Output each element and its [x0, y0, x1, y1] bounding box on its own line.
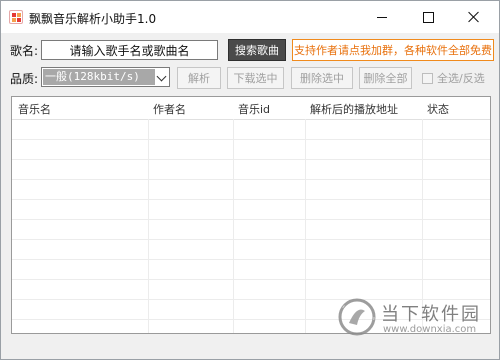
watermark-url: www.downxia.com — [383, 324, 477, 335]
grid-row-line — [12, 199, 490, 200]
quality-selected-value: 一般(128kbit/s) — [43, 69, 155, 85]
grid-row-line — [12, 159, 490, 160]
title-bar[interactable]: 飘飘音乐解析小助手1.0 — [1, 1, 499, 33]
grid-column-line — [233, 119, 234, 333]
minimize-button[interactable] — [359, 1, 405, 33]
column-header-song[interactable]: 音乐名 — [18, 101, 51, 117]
delete-all-button[interactable]: 删除全部 — [359, 67, 412, 89]
parse-button[interactable]: 解析 — [177, 67, 221, 89]
grid-row-line — [12, 139, 490, 140]
table-header: 音乐名 作者名 音乐id 解析后的播放地址 状态 — [12, 97, 490, 120]
select-all-checkbox[interactable]: 全选/反选 — [422, 70, 485, 86]
grid-row-line — [12, 179, 490, 180]
chevron-down-icon — [156, 71, 167, 82]
grid-column-line — [305, 119, 306, 333]
support-author-link[interactable]: 支持作者请点我加群，各种软件全部免费 — [292, 39, 494, 61]
column-header-artist[interactable]: 作者名 — [153, 101, 186, 117]
grid-column-line — [148, 119, 149, 333]
grid-row-line — [12, 239, 490, 240]
window-title: 飘飘音乐解析小助手1.0 — [29, 12, 157, 26]
grid-row-line — [12, 219, 490, 220]
maximize-button[interactable] — [405, 1, 451, 33]
search-button[interactable]: 搜索歌曲 — [228, 39, 286, 61]
app-window: 飘飘音乐解析小助手1.0 歌名: 搜索歌曲 支持作者请点我加群，各种软件全部免费… — [0, 0, 500, 360]
maximize-icon — [422, 11, 434, 23]
watermark-logo-icon — [338, 298, 376, 336]
column-header-play-url[interactable]: 解析后的播放地址 — [310, 101, 398, 117]
grid-row-line — [12, 259, 490, 260]
quality-label: 品质: — [10, 72, 39, 86]
column-header-status[interactable]: 状态 — [427, 101, 449, 117]
close-icon — [468, 11, 480, 23]
column-header-music-id[interactable]: 音乐id — [238, 101, 270, 117]
watermark-title: 当下软件园 — [381, 304, 481, 325]
checkbox-icon — [422, 72, 433, 84]
download-selected-button[interactable]: 下载选中 — [227, 67, 284, 89]
quality-dropdown[interactable]: 一般(128kbit/s) — [41, 67, 170, 87]
watermark: 当下软件园 www.downxia.com — [337, 297, 497, 343]
delete-selected-button[interactable]: 删除选中 — [291, 67, 353, 89]
select-all-label: 全选/反选 — [437, 72, 485, 85]
grid-row-line — [12, 279, 490, 280]
minimize-icon — [377, 16, 387, 18]
close-button[interactable] — [451, 1, 497, 33]
song-search-input[interactable] — [41, 40, 218, 60]
app-icon — [9, 10, 23, 24]
song-name-label: 歌名: — [10, 44, 39, 58]
